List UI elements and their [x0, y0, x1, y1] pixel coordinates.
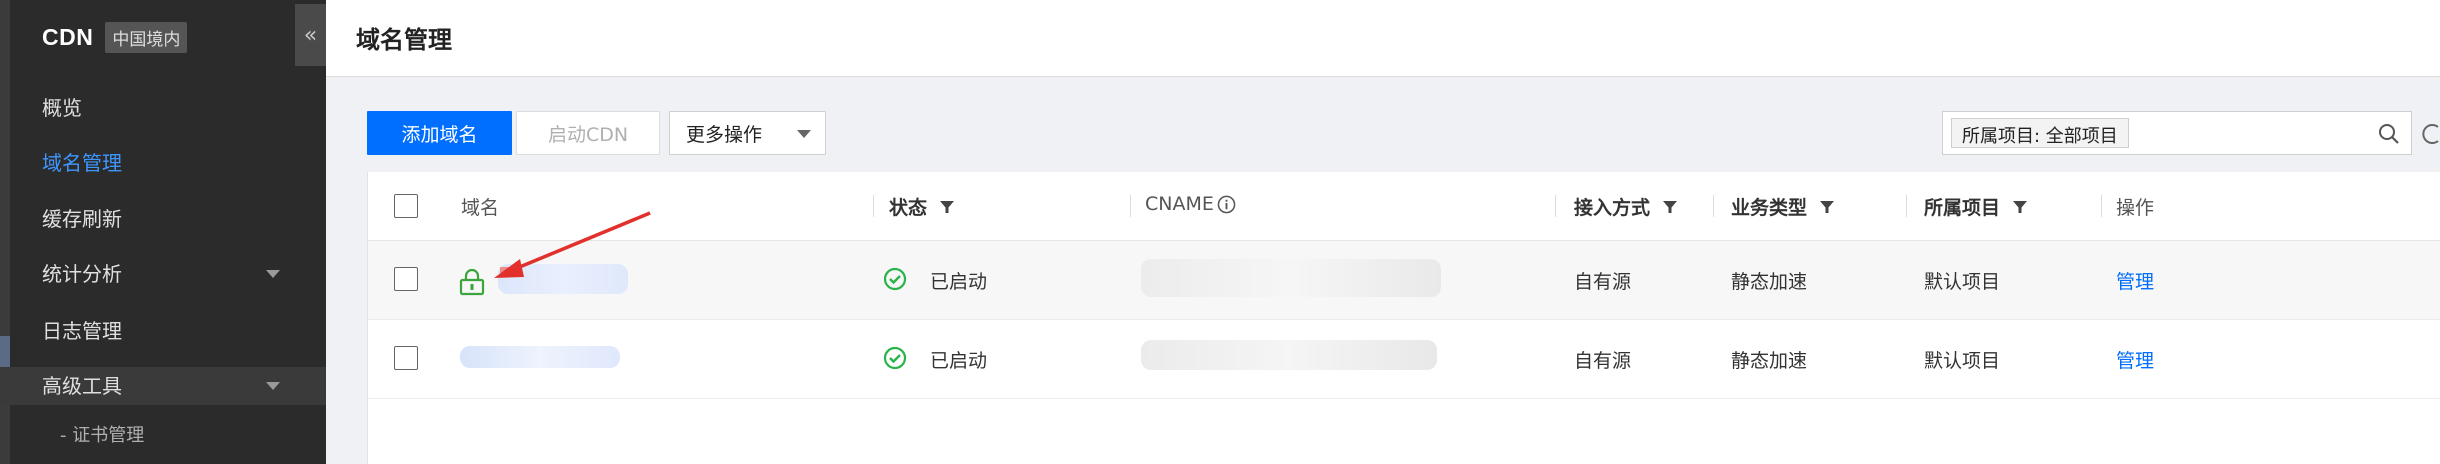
- region-badge[interactable]: 中国境内: [105, 21, 188, 53]
- table-row: 已启动 自有源 静态加速 默认项目 管理: [368, 241, 2440, 320]
- caret-down-icon: [797, 130, 811, 138]
- more-actions-dropdown[interactable]: 更多操作: [669, 111, 826, 155]
- row-checkbox[interactable]: [394, 346, 418, 370]
- sidebar-item-overview[interactable]: 概览: [42, 93, 82, 123]
- column-divider: [1906, 195, 1907, 217]
- column-header-status[interactable]: 状态: [889, 193, 955, 220]
- table-header: 域名 状态 CNAME 接入方式 业务类型 所属项目 操作: [368, 172, 2440, 241]
- column-header-cname: CNAME: [1145, 193, 1236, 215]
- check-circle-icon: [883, 267, 907, 291]
- annotation-arrow-icon: [494, 211, 651, 278]
- info-icon[interactable]: [1217, 195, 1236, 214]
- enable-cdn-button[interactable]: 启动CDN: [516, 111, 660, 155]
- sidebar-item-cache-refresh[interactable]: 缓存刷新: [42, 204, 122, 234]
- filter-icon[interactable]: [939, 199, 955, 215]
- more-actions-label: 更多操作: [686, 123, 763, 146]
- project-filter-tag[interactable]: 所属项目: 全部项目: [1951, 118, 2129, 148]
- column-header-cname-label: CNAME: [1145, 193, 1214, 215]
- filter-icon[interactable]: [1662, 199, 1678, 215]
- column-header-ops: 操作: [2116, 197, 2155, 219]
- select-all-checkbox[interactable]: [394, 194, 418, 218]
- double-chevron-left-icon: «: [303, 22, 318, 48]
- check-circle-icon: [883, 346, 907, 370]
- column-divider: [1555, 195, 1556, 217]
- sidebar-item-domain-management[interactable]: 域名管理: [42, 148, 122, 178]
- column-divider: [2101, 195, 2102, 217]
- table-row: 已启动 自有源 静态加速 默认项目 管理: [368, 320, 2440, 399]
- access-method: 自有源: [1574, 271, 1632, 293]
- search-icon[interactable]: [2377, 122, 2401, 146]
- page-header: 域名管理: [326, 0, 2440, 77]
- column-header-project-label: 所属项目: [1924, 197, 2001, 219]
- column-divider: [1130, 195, 1131, 217]
- access-method: 自有源: [1574, 350, 1632, 372]
- cname-value-redacted: [1141, 340, 1437, 370]
- column-header-service-label: 业务类型: [1731, 197, 1808, 219]
- brand: CDN 中国境内: [42, 21, 188, 53]
- filter-icon[interactable]: [1819, 199, 1835, 215]
- collapse-sidebar-button[interactable]: «: [295, 4, 326, 66]
- page-title: 域名管理: [356, 26, 452, 54]
- project-name: 默认项目: [1924, 271, 2001, 293]
- brand-title: CDN: [42, 23, 94, 50]
- row-checkbox[interactable]: [394, 267, 418, 291]
- column-header-access-label: 接入方式: [1574, 197, 1651, 219]
- sidebar-item-log-management[interactable]: 日志管理: [42, 316, 122, 346]
- column-header-project[interactable]: 所属项目: [1924, 193, 2028, 220]
- domain-link-redacted[interactable]: [460, 346, 620, 368]
- domain-table: 域名 状态 CNAME 接入方式 业务类型 所属项目 操作 已启动 自有源 静态…: [367, 172, 2440, 464]
- column-header-service[interactable]: 业务类型: [1731, 193, 1835, 220]
- sidebar-subitem-certificate-management[interactable]: - 证书管理: [60, 421, 144, 447]
- project-name: 默认项目: [1924, 350, 2001, 372]
- manage-link[interactable]: 管理: [2116, 346, 2154, 373]
- column-divider: [873, 195, 874, 217]
- column-header-status-label: 状态: [889, 197, 928, 219]
- column-divider: [1713, 195, 1714, 217]
- chevron-down-icon: [266, 382, 280, 390]
- filter-icon[interactable]: [2012, 199, 2028, 215]
- status-text: 已启动: [930, 350, 988, 372]
- column-header-access[interactable]: 接入方式: [1574, 193, 1678, 220]
- sidebar: CDN 中国境内 « 概览 域名管理 缓存刷新 统计分析 日志管理 高级工具 -…: [0, 0, 326, 464]
- service-type: 静态加速: [1731, 271, 1808, 293]
- status-text: 已启动: [930, 271, 988, 293]
- service-type: 静态加速: [1731, 350, 1808, 372]
- sidebar-item-statistics[interactable]: 统计分析: [42, 259, 122, 289]
- project-search-input[interactable]: 所属项目: 全部项目: [1942, 111, 2412, 155]
- cname-value-redacted: [1141, 259, 1441, 297]
- chevron-down-icon: [266, 270, 280, 278]
- refresh-icon[interactable]: [2412, 111, 2440, 155]
- manage-link[interactable]: 管理: [2116, 267, 2154, 294]
- add-domain-button[interactable]: 添加域名: [367, 111, 512, 155]
